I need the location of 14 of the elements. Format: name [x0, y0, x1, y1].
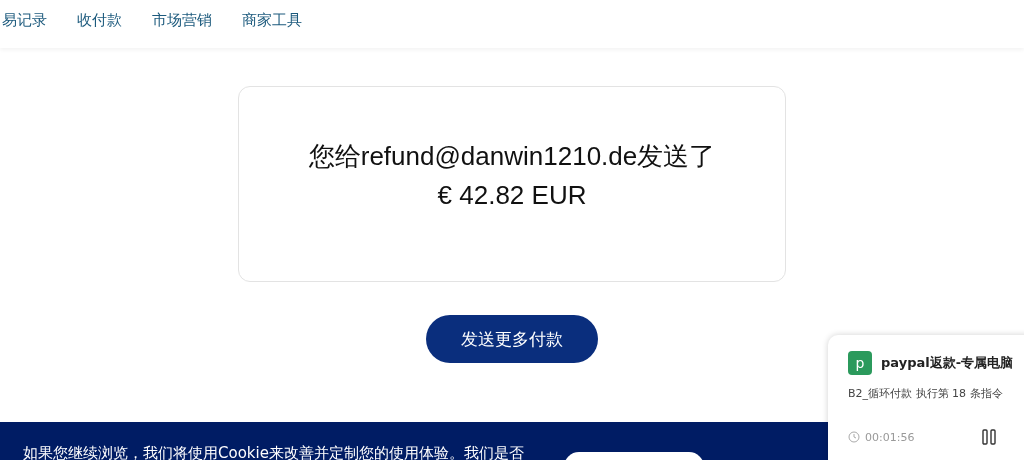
- cookie-text: 如果您继续浏览，我们将使用Cookie来改善并定制您的使用体验。我们是否: [23, 444, 524, 460]
- app-badge: p: [848, 351, 872, 375]
- send-more-button[interactable]: 发送更多付款: [426, 315, 598, 363]
- task-title: paypal返款-专属电脑: [881, 354, 1014, 372]
- amount-text: € 42.82 EUR: [437, 180, 587, 211]
- elapsed-time: 00:01:56: [865, 430, 915, 444]
- confirmation-message: 您给refund@danwin1210.de发送了: [308, 140, 716, 173]
- pause-icon[interactable]: [981, 429, 998, 445]
- nav-link[interactable]: 收付款: [77, 10, 122, 30]
- task-status: B2_循环付款 执行第 18 条指令: [848, 386, 1004, 401]
- nav-link[interactable]: 商家工具: [242, 10, 302, 30]
- clock-icon: [848, 431, 860, 443]
- nav-link[interactable]: 市场营销: [152, 10, 212, 30]
- nav-link[interactable]: 易记录: [2, 10, 47, 30]
